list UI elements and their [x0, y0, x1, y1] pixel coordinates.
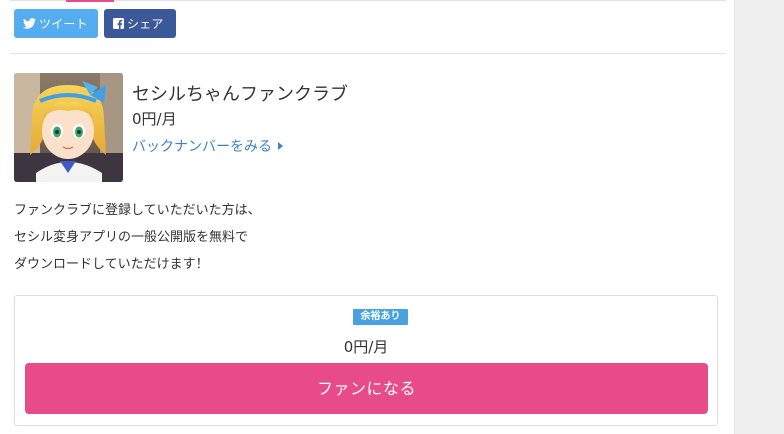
facebook-share-button[interactable]: シェア	[104, 9, 176, 38]
main-content: ツイート シェア セシルちゃんファンクラブ 0円/月 バックナンバーをみる ファ…	[0, 0, 734, 434]
fanclub-name[interactable]: セシルちゃんファンクラブ	[132, 80, 348, 106]
fanclub-thumbnail[interactable]	[14, 73, 123, 182]
share-buttons: ツイート シェア	[14, 9, 176, 38]
tweet-label: ツイート	[39, 17, 88, 31]
backnumber-label: バックナンバーをみる	[132, 139, 272, 155]
active-tab-indicator	[66, 0, 114, 2]
share-label: シェア	[127, 17, 164, 31]
sidebar-gutter	[734, 0, 784, 434]
description-line: ファンクラブに登録していただいた方は、	[14, 203, 261, 218]
become-fan-button[interactable]: ファンになる	[25, 363, 708, 414]
tweet-button[interactable]: ツイート	[14, 9, 98, 38]
plan-card: 余裕あり 0円/月 ファンになる	[14, 295, 718, 426]
twitter-icon	[23, 18, 36, 29]
fanclub-price: 0円/月	[132, 110, 177, 128]
fanclub-description: ファンクラブに登録していただいた方は、 セシル変身アプリの一般公開版を無料で ダ…	[14, 197, 261, 278]
top-divider	[10, 0, 726, 1]
facebook-icon	[113, 18, 124, 29]
availability-badge: 余裕あり	[353, 309, 408, 325]
plan-price: 0円/月	[343, 338, 389, 356]
description-line: ダウンロードしていただけます！	[14, 257, 209, 272]
backnumber-link[interactable]: バックナンバーをみる	[132, 136, 283, 156]
caret-right-icon	[278, 138, 283, 154]
section-divider	[10, 53, 726, 54]
description-line: セシル変身アプリの一般公開版を無料で	[14, 230, 249, 245]
